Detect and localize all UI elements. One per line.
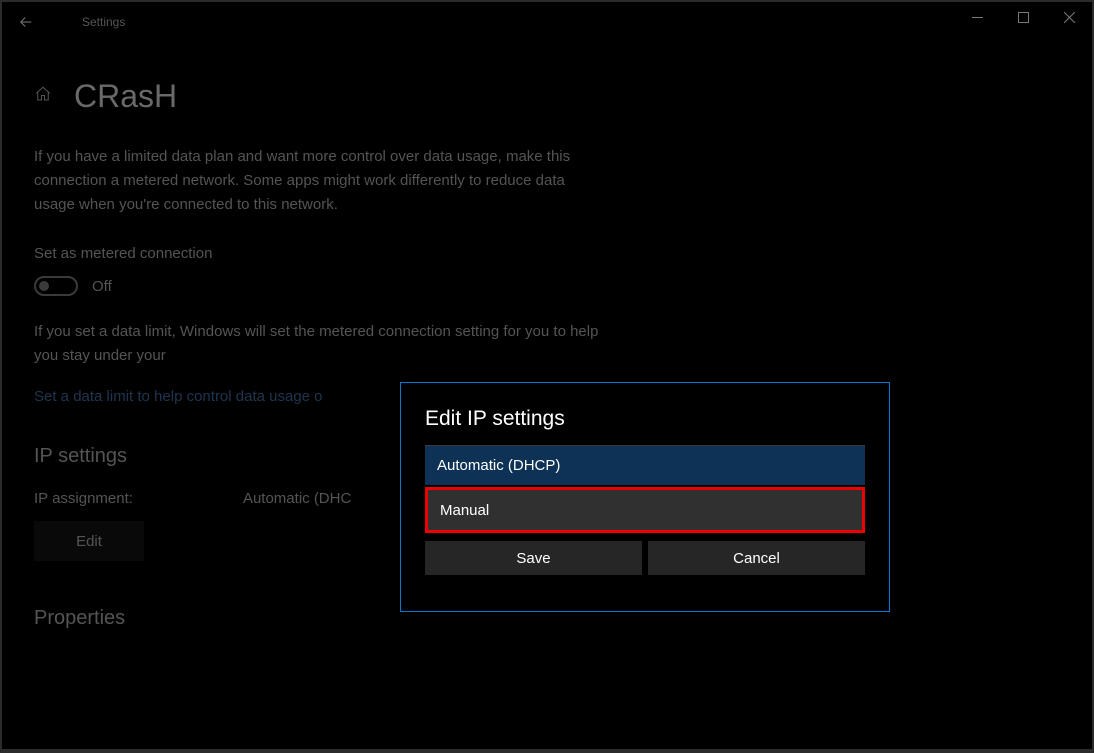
dialog-buttons: Save Cancel — [425, 541, 865, 575]
settings-window: Settings CRasH If you have a limited dat… — [2, 2, 1092, 749]
description-text: If you have a limited data plan and want… — [34, 145, 604, 217]
cancel-button[interactable]: Cancel — [648, 541, 865, 575]
page-heading: CRasH — [74, 78, 177, 115]
toggle-knob — [39, 281, 49, 291]
maximize-icon — [1018, 12, 1029, 23]
minimize-icon — [972, 12, 983, 23]
heading-row: CRasH — [34, 78, 1060, 115]
maximize-button[interactable] — [1000, 2, 1046, 32]
metered-label: Set as metered connection — [34, 245, 1060, 262]
ip-option-manual[interactable]: Manual — [428, 490, 862, 530]
metered-toggle-row: Off — [34, 276, 1060, 296]
back-button[interactable] — [2, 2, 50, 42]
home-icon — [34, 85, 52, 108]
ip-option-manual-highlight: Manual — [425, 487, 865, 533]
ip-assignment-label: IP assignment: — [34, 490, 133, 507]
back-arrow-icon — [17, 13, 35, 31]
window-controls — [954, 2, 1092, 32]
edit-ip-dialog: Edit IP settings Automatic (DHCP) Manual… — [400, 382, 890, 612]
toggle-state-label: Off — [92, 278, 112, 295]
close-icon — [1064, 12, 1075, 23]
ip-option-manual-label: Manual — [440, 502, 489, 519]
data-limit-text: If you set a data limit, Windows will se… — [34, 320, 604, 368]
metered-toggle[interactable] — [34, 276, 78, 296]
ip-option-automatic-label: Automatic (DHCP) — [437, 457, 560, 474]
edit-button[interactable]: Edit — [34, 521, 144, 561]
close-button[interactable] — [1046, 2, 1092, 32]
app-title: Settings — [82, 15, 125, 29]
title-bar: Settings — [2, 2, 1092, 42]
save-button[interactable]: Save — [425, 541, 642, 575]
ip-assignment-value: Automatic (DHC — [243, 490, 351, 507]
ip-option-automatic[interactable]: Automatic (DHCP) — [425, 445, 865, 485]
minimize-button[interactable] — [954, 2, 1000, 32]
dialog-title: Edit IP settings — [425, 407, 865, 431]
